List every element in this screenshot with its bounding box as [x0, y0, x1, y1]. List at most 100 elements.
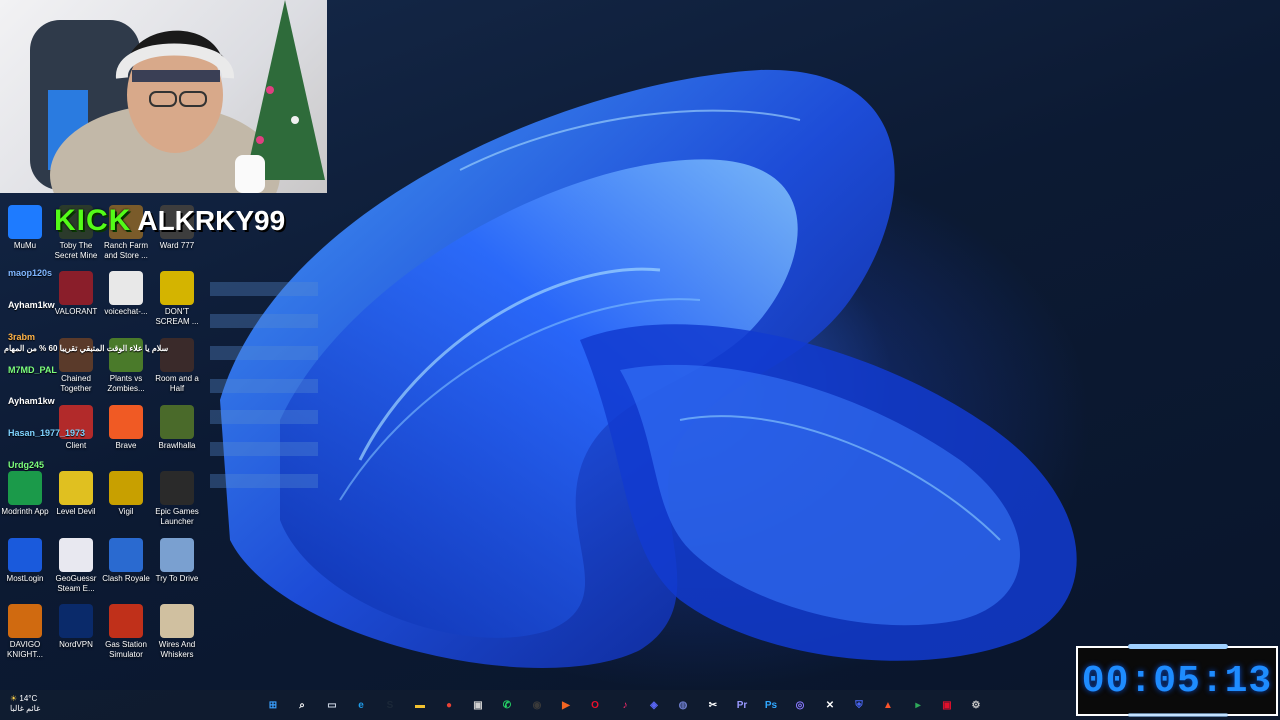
desktop-icon-label: voicechat-... — [104, 307, 148, 316]
desktop-icon[interactable]: Brawlhalla — [152, 405, 202, 451]
desktop-icon[interactable]: voicechat-... — [101, 271, 151, 317]
discord-icon[interactable]: ◈ — [645, 696, 663, 714]
brave-icon[interactable]: ▲ — [879, 696, 897, 714]
desktop-icon-label: Clash Royale — [102, 574, 150, 583]
desktop-icon[interactable]: GeoGuessr Steam E... — [51, 538, 101, 594]
app2-icon[interactable]: ◍ — [674, 696, 692, 714]
desktop-icon[interactable]: Level Devil — [51, 471, 101, 517]
chat-row-highlight — [210, 442, 318, 456]
chat-row-highlight — [210, 410, 318, 424]
desktop-icon-label: Brave — [115, 441, 137, 450]
premiere-icon[interactable]: Pr — [733, 696, 751, 714]
file-explorer-icon[interactable]: ▬ — [411, 696, 429, 714]
chat-message: Urdg245 — [0, 460, 44, 471]
chat-username: Ayham1kw — [8, 300, 55, 310]
photoshop-icon[interactable]: Ps — [762, 696, 780, 714]
desktop-icon[interactable]: Wires And Whiskers — [152, 604, 202, 660]
desktop-icon-label: Level Devil — [56, 507, 96, 516]
vpn-icon[interactable]: ⛨ — [850, 696, 868, 714]
chat-username: Ayham1kw — [8, 396, 55, 406]
desktop-icon[interactable]: Epic Games Launcher — [152, 471, 202, 527]
desktop-icon-label: Toby The Secret Mine — [54, 241, 98, 260]
desktop-icon[interactable]: Clash Royale — [101, 538, 151, 584]
chat-text: سلام يا علاء الوقت المتبقي تقريبا 60 % م… — [4, 344, 169, 353]
tiktok-icon[interactable]: ♪ — [616, 696, 634, 714]
chat-username: maop120s — [8, 268, 53, 278]
capcut2-icon[interactable]: ✕ — [821, 696, 839, 714]
timer-bottom-bar — [1128, 713, 1228, 717]
nordvpn-icon — [59, 604, 93, 638]
desktop-icon-label: Vigil — [118, 507, 134, 516]
weather-temp: 14°C — [19, 694, 38, 703]
edge-icon[interactable]: e — [352, 696, 370, 714]
app-icon[interactable]: ▣ — [469, 696, 487, 714]
desktop-icon[interactable]: VALORANT — [51, 271, 101, 317]
chat-username: Urdg245 — [8, 460, 45, 470]
steam-icon[interactable]: S — [381, 696, 399, 714]
task-view-icon[interactable]: ▭ — [323, 696, 341, 714]
chat-message: M7MD_PAL — [0, 365, 57, 376]
mostlogin-icon — [8, 538, 42, 572]
desktop-icon[interactable]: Gas Station Simulator — [101, 604, 151, 660]
chat-message: maop120s — [0, 268, 52, 279]
desktop-icon-label: Plants vs Zombies... — [107, 374, 145, 393]
obs-icon[interactable]: ◉ — [528, 696, 546, 714]
desktop-icon[interactable]: MostLogin — [0, 538, 50, 584]
weather-widget[interactable]: ☀ 14°C غائم غالبا — [10, 694, 40, 714]
vigil-icon — [109, 471, 143, 505]
epic-games-icon — [160, 471, 194, 505]
desktop-icon-label: Try To Drive — [155, 574, 199, 583]
desktop-icon-label: Wires And Whiskers — [158, 640, 196, 659]
desktop-icon[interactable]: Modrinth App — [0, 471, 50, 517]
wires-icon — [160, 604, 194, 638]
desktop-icon[interactable]: Vigil — [101, 471, 151, 517]
chrome-icon[interactable]: ● — [440, 696, 458, 714]
app4-icon[interactable]: ▣ — [938, 696, 956, 714]
desktop-icon-label: Chained Together — [60, 374, 92, 393]
chat-row-highlight — [210, 282, 318, 296]
weather-sun-icon: ☀ — [10, 694, 20, 703]
desktop-icon-label: DON'T SCREAM ... — [155, 307, 199, 326]
desktop-icon[interactable]: DON'T SCREAM ... — [152, 271, 202, 327]
ea-icon[interactable]: ▶ — [557, 696, 575, 714]
kick-banner: KICK ALKRKY99 — [46, 199, 285, 243]
settings-icon[interactable]: ⚙ — [967, 696, 985, 714]
desktop-icon-label: DAVIGO KNIGHT... — [6, 640, 43, 659]
desktop-icon-label: MuMu — [13, 241, 37, 250]
desktop-icon-label: Modrinth App — [1, 507, 49, 516]
chat-username: M7MD_PAL — [8, 365, 57, 375]
timer-text: 00:05:13 — [1081, 659, 1273, 703]
chat-row-highlight — [210, 314, 318, 328]
kick-logo: KICK — [54, 204, 132, 237]
desktop-icon-label: Room and a Half — [155, 374, 199, 393]
desktop-icon-label: Client — [65, 441, 87, 450]
search-icon[interactable]: ⌕ — [293, 696, 311, 714]
desktop-icon[interactable]: Brave — [101, 405, 151, 451]
windows-start-icon[interactable]: ⊞ — [264, 696, 282, 714]
app3-icon[interactable]: ▸ — [909, 696, 927, 714]
desktop-icon-label: GeoGuessr Steam E... — [55, 574, 97, 593]
desktop-icon[interactable]: MuMu — [0, 205, 50, 251]
desktop-icon-label: NordVPN — [59, 640, 93, 649]
chat-message: Ayham1kw — [0, 300, 55, 311]
desktop-icon[interactable]: Try To Drive — [152, 538, 202, 584]
desktop-icon[interactable]: DAVIGO KNIGHT... — [0, 604, 50, 660]
opera-icon[interactable]: O — [586, 696, 604, 714]
desktop-icon-label: Ranch Farm and Store ... — [103, 241, 148, 260]
desktop-icon-label: VALORANT — [54, 307, 98, 316]
desktop-icon[interactable]: NordVPN — [51, 604, 101, 650]
chat-row-highlight — [210, 474, 318, 488]
chat-message: 3rabm سلام يا علاء الوقت المتبقي تقريبا 6… — [0, 332, 168, 354]
dont-scream-icon — [160, 271, 194, 305]
desktop-icon-label: MostLogin — [6, 574, 44, 583]
whatsapp-icon[interactable]: ✆ — [498, 696, 516, 714]
weather-desc: غائم غالبا — [10, 704, 41, 713]
java-icon — [109, 271, 143, 305]
capcut-icon[interactable]: ✂ — [704, 696, 722, 714]
gas-station-icon — [109, 604, 143, 638]
geoguessr-icon — [59, 538, 93, 572]
controller-icon[interactable]: ◎ — [791, 696, 809, 714]
mumu-icon — [8, 205, 42, 239]
modrinth-icon — [8, 471, 42, 505]
timer-top-bar — [1128, 644, 1228, 649]
